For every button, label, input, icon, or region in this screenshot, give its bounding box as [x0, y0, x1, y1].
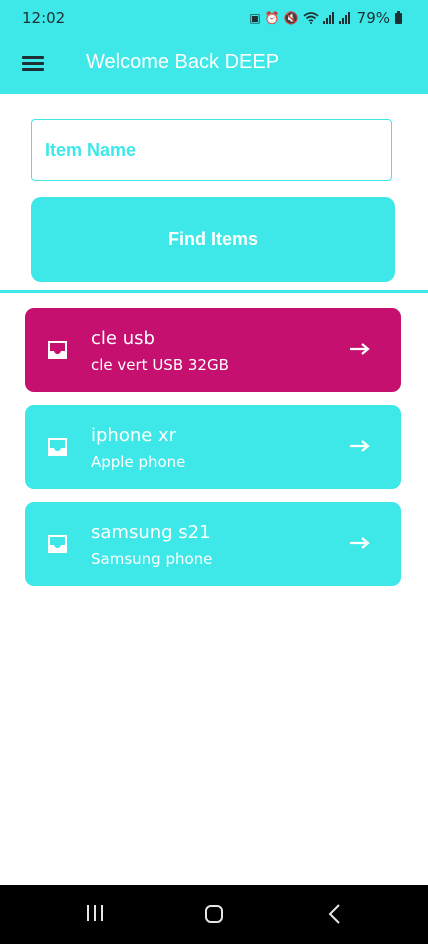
recents-bar: [94, 905, 96, 921]
signal-icon: [338, 12, 350, 24]
find-items-button[interactable]: Find Items: [31, 197, 395, 282]
item-title: cle usb: [91, 328, 155, 349]
list-item[interactable]: samsung s21 Samsung phone: [25, 502, 401, 586]
signal-icon: [322, 12, 334, 24]
battery-percentage: 79%: [356, 9, 390, 27]
item-title: iphone xr: [91, 425, 177, 446]
mute-icon: 🔇: [283, 11, 299, 25]
item-subtitle: Samsung phone: [91, 550, 213, 568]
item-subtitle: cle vert USB 32GB: [91, 356, 229, 374]
recents-bar: [101, 905, 103, 921]
home-icon[interactable]: [205, 905, 223, 923]
menu-line: [22, 56, 44, 59]
inbox-icon: [48, 341, 67, 359]
back-icon[interactable]: [326, 903, 344, 925]
menu-line: [22, 68, 44, 71]
alarm-icon: ⏰: [264, 11, 280, 25]
item-subtitle: Apple phone: [91, 453, 186, 471]
arrow-right-icon: [350, 537, 370, 549]
recents-icon[interactable]: [87, 905, 107, 923]
arrow-right-icon: [350, 343, 370, 355]
sim-icon: ▣: [249, 11, 261, 25]
inbox-icon: [48, 535, 67, 553]
list-item[interactable]: cle usb cle vert USB 32GB: [25, 308, 401, 392]
page-title: Welcome Back DEEP: [86, 51, 280, 73]
hamburger-menu-icon[interactable]: [22, 54, 46, 72]
item-list: cle usb cle vert USB 32GB iphone xr Appl…: [25, 308, 401, 599]
app-screen: 12:02 ▣ ⏰ 🔇 79% Welcome Back DEEP Item N…: [0, 0, 428, 944]
recents-bar: [87, 905, 89, 921]
battery-icon: [395, 10, 402, 24]
list-item[interactable]: iphone xr Apple phone: [25, 405, 401, 489]
divider: [0, 290, 428, 293]
wifi-icon: [303, 12, 319, 24]
item-name-input[interactable]: [31, 119, 392, 181]
inbox-icon: [48, 438, 67, 456]
item-title: samsung s21: [91, 522, 211, 543]
app-bar: Welcome Back DEEP: [0, 36, 428, 94]
status-bar: 12:02 ▣ ⏰ 🔇 79%: [0, 0, 428, 36]
system-nav-bar: [0, 885, 428, 944]
status-time: 12:02: [22, 9, 66, 27]
menu-line: [22, 62, 44, 65]
status-icons: ▣ ⏰ 🔇 79%: [249, 9, 402, 27]
arrow-right-icon: [350, 440, 370, 452]
